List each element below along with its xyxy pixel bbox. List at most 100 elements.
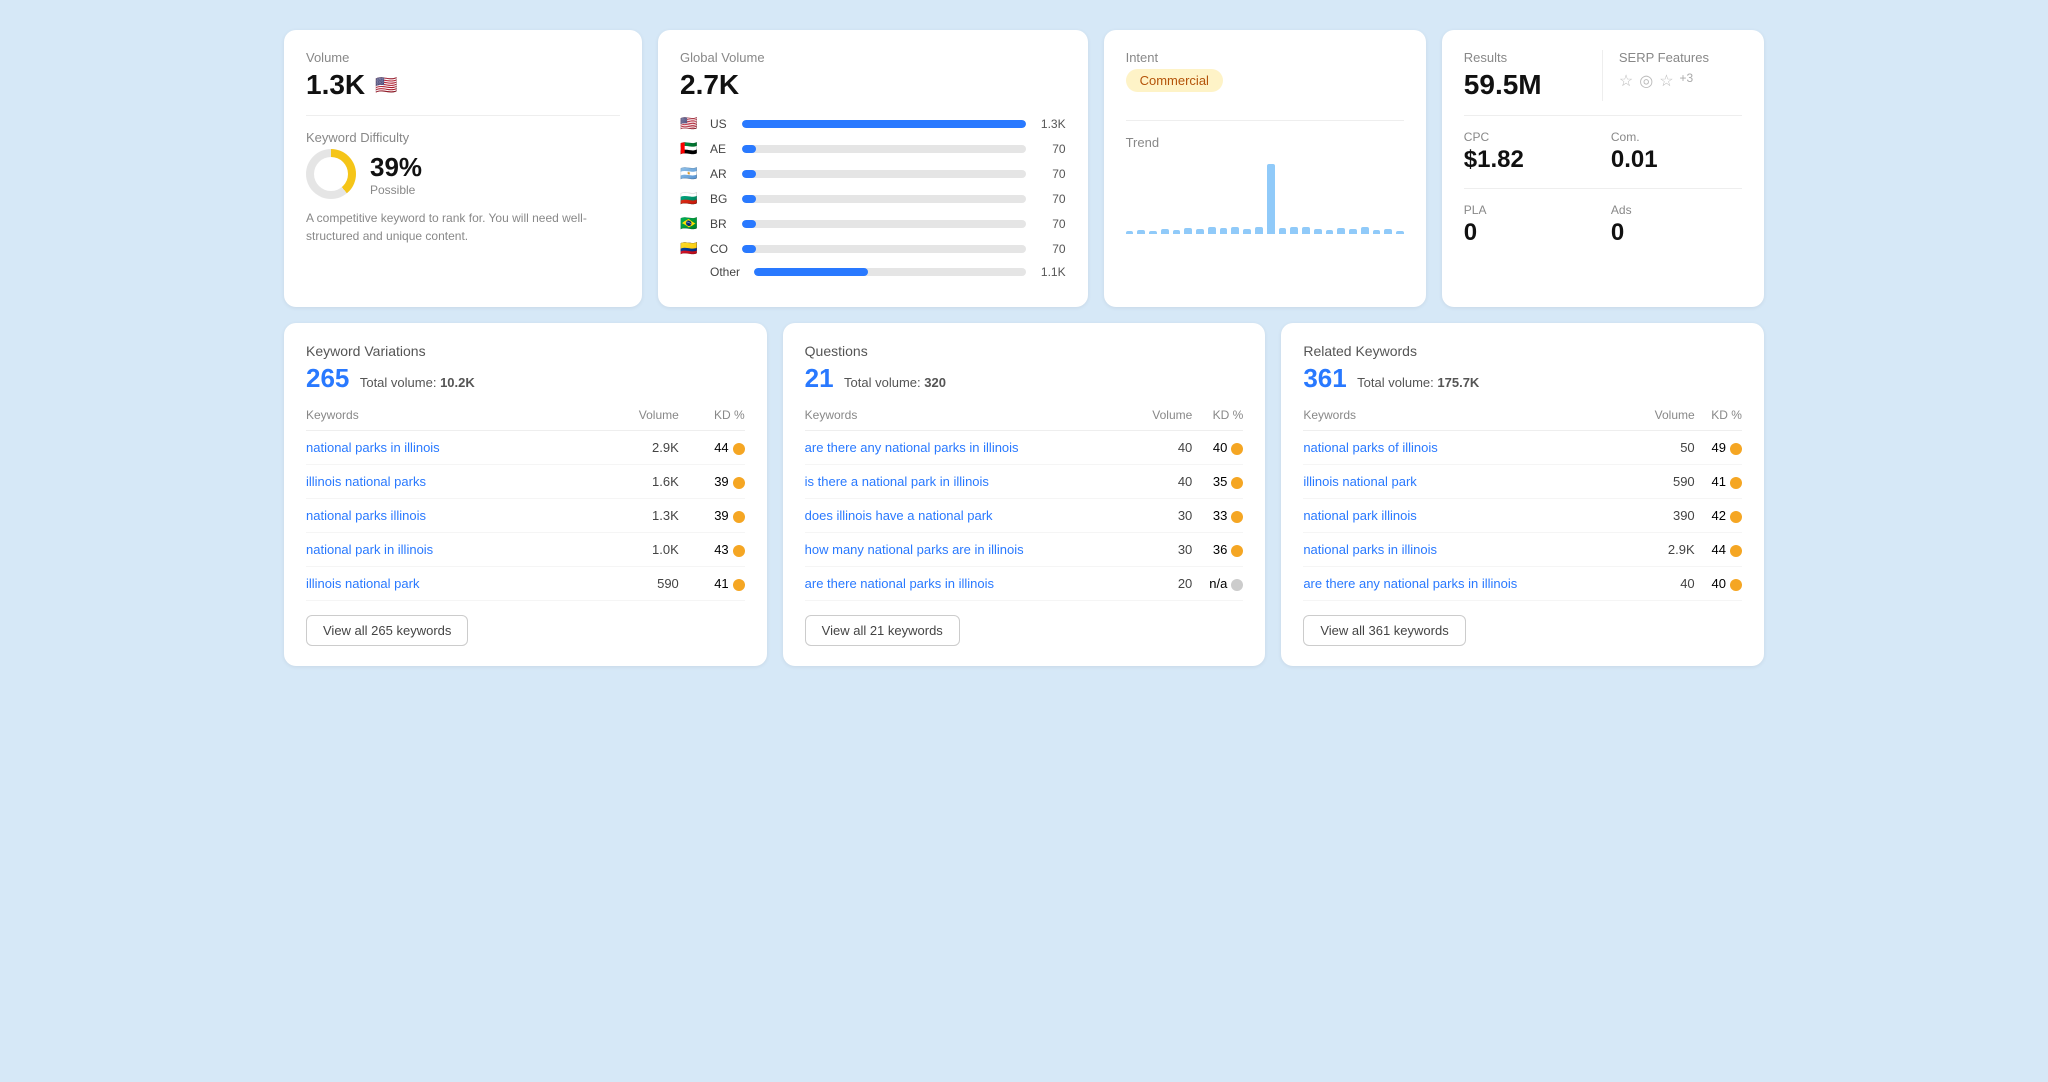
related-keywords-card: Related Keywords 361 Total volume: 175.7… [1281, 323, 1764, 666]
country-row: 🇨🇴 CO 70 [680, 240, 1066, 257]
dashboard: Volume 1.3K 🇺🇸 Keyword Difficulty 39% Po… [284, 30, 1764, 666]
kw-kd: 49 [1695, 431, 1742, 465]
country-flag: 🇦🇪 [680, 140, 702, 157]
bar-track [754, 268, 1026, 276]
table-row: are there any national parks in illinois… [805, 431, 1244, 465]
rk-view-btn[interactable]: View all 361 keywords [1303, 615, 1465, 646]
trend-bar [1231, 227, 1239, 234]
results-card: Results 59.5M SERP Features ☆ ◎ ☆ +3 CPC [1442, 30, 1764, 307]
kd-percent: 39% [370, 152, 422, 183]
kw-volume: 590 [1633, 465, 1695, 499]
kw-link[interactable]: illinois national park [1303, 474, 1416, 489]
ads-value: 0 [1611, 219, 1742, 247]
kw-link[interactable]: national park in illinois [306, 542, 433, 557]
kw-keyword[interactable]: national parks illinois [306, 499, 593, 533]
kv-col-keywords: Keywords [306, 408, 593, 431]
kw-link[interactable]: national parks in illinois [1303, 542, 1437, 557]
q-col-kd: KD % [1192, 408, 1243, 431]
trend-bar [1196, 229, 1204, 234]
trend-bar [1302, 227, 1310, 234]
trend-bar [1361, 227, 1369, 234]
kw-keyword[interactable]: national parks in illinois [1303, 533, 1633, 567]
kw-keyword[interactable]: does illinois have a national park [805, 499, 1133, 533]
results-serp-grid: Results 59.5M SERP Features ☆ ◎ ☆ +3 [1464, 50, 1742, 101]
kw-volume: 1.3K [593, 499, 679, 533]
intent-badge: Commercial [1126, 69, 1223, 92]
kw-kd: 39 [679, 465, 745, 499]
country-row: 🇧🇷 BR 70 [680, 215, 1066, 232]
kw-keyword[interactable]: is there a national park in illinois [805, 465, 1133, 499]
kd-info: 39% Possible [370, 152, 422, 197]
kw-keyword[interactable]: are there any national parks in illinois [1303, 567, 1633, 601]
kw-keyword[interactable]: how many national parks are in illinois [805, 533, 1133, 567]
kd-dot-indicator [1231, 443, 1243, 455]
kw-volume: 2.9K [593, 431, 679, 465]
trend-bar [1184, 228, 1192, 234]
top-row: Volume 1.3K 🇺🇸 Keyword Difficulty 39% Po… [284, 30, 1764, 307]
kw-link[interactable]: are there any national parks in illinois [805, 440, 1019, 455]
kw-keyword[interactable]: national parks of illinois [1303, 431, 1633, 465]
trend-bar [1149, 231, 1157, 234]
kw-kd: 41 [679, 567, 745, 601]
kw-keyword[interactable]: national park in illinois [306, 533, 593, 567]
kw-link[interactable]: illinois national parks [306, 474, 426, 489]
com-value: 0.01 [1611, 146, 1742, 174]
table-row: how many national parks are in illinois … [805, 533, 1244, 567]
kw-link[interactable]: how many national parks are in illinois [805, 542, 1024, 557]
kv-col-volume: Volume [593, 408, 679, 431]
bar-track [742, 220, 1026, 228]
kw-keyword[interactable]: illinois national park [1303, 465, 1633, 499]
kw-volume: 20 [1132, 567, 1192, 601]
com-metric: Com. 0.01 [1611, 130, 1742, 174]
kw-link[interactable]: national park illinois [1303, 508, 1416, 523]
kw-link[interactable]: are there any national parks in illinois [1303, 576, 1517, 591]
trend-bar [1384, 229, 1392, 234]
kd-dot-indicator [1730, 443, 1742, 455]
ads-metric: Ads 0 [1611, 203, 1742, 247]
kd-possible: Possible [370, 183, 422, 197]
kd-dot-indicator [1730, 579, 1742, 591]
kw-link[interactable]: national parks illinois [306, 508, 426, 523]
kw-kd: 43 [679, 533, 745, 567]
trend-bar [1279, 228, 1287, 234]
metrics-grid-2: PLA 0 Ads 0 [1464, 203, 1742, 247]
bottom-row: Keyword Variations 265 Total volume: 10.… [284, 323, 1764, 666]
kw-link[interactable]: national parks in illinois [306, 440, 440, 455]
global-volume-label: Global Volume [680, 50, 1066, 65]
kd-section: 39% Possible [306, 149, 620, 199]
kw-kd: 44 [679, 431, 745, 465]
trend-label: Trend [1126, 135, 1404, 150]
country-code: BG [710, 192, 734, 206]
serp-label: SERP Features [1619, 50, 1742, 65]
kw-volume: 1.6K [593, 465, 679, 499]
bar-fill [742, 170, 756, 178]
kw-link[interactable]: national parks of illinois [1303, 440, 1437, 455]
kw-link[interactable]: illinois national park [306, 576, 419, 591]
q-view-btn[interactable]: View all 21 keywords [805, 615, 960, 646]
rk-count: 361 [1303, 363, 1346, 393]
country-flag: 🇨🇴 [680, 240, 702, 257]
rk-col-keywords: Keywords [1303, 408, 1633, 431]
trend-bar [1137, 230, 1145, 234]
rk-col-kd: KD % [1695, 408, 1742, 431]
kw-link[interactable]: are there national parks in illinois [805, 576, 994, 591]
table-row: national park in illinois 1.0K 43 [306, 533, 745, 567]
kw-kd: 44 [1695, 533, 1742, 567]
country-row: 🇧🇬 BG 70 [680, 190, 1066, 207]
kw-link[interactable]: does illinois have a national park [805, 508, 993, 523]
kw-keyword[interactable]: national park illinois [1303, 499, 1633, 533]
results-label: Results [1464, 50, 1586, 65]
kw-keyword[interactable]: are there national parks in illinois [805, 567, 1133, 601]
kw-keyword[interactable]: are there any national parks in illinois [805, 431, 1133, 465]
kd-donut [306, 149, 356, 199]
kw-keyword[interactable]: illinois national parks [306, 465, 593, 499]
table-row: national parks in illinois 2.9K 44 [306, 431, 745, 465]
kw-link[interactable]: is there a national park in illinois [805, 474, 989, 489]
table-row: national parks illinois 1.3K 39 [306, 499, 745, 533]
kv-view-btn[interactable]: View all 265 keywords [306, 615, 468, 646]
kw-keyword[interactable]: illinois national park [306, 567, 593, 601]
country-flag: 🇺🇸 [680, 115, 702, 132]
trend-bar [1314, 229, 1322, 234]
kd-dot-indicator [733, 579, 745, 591]
kw-keyword[interactable]: national parks in illinois [306, 431, 593, 465]
